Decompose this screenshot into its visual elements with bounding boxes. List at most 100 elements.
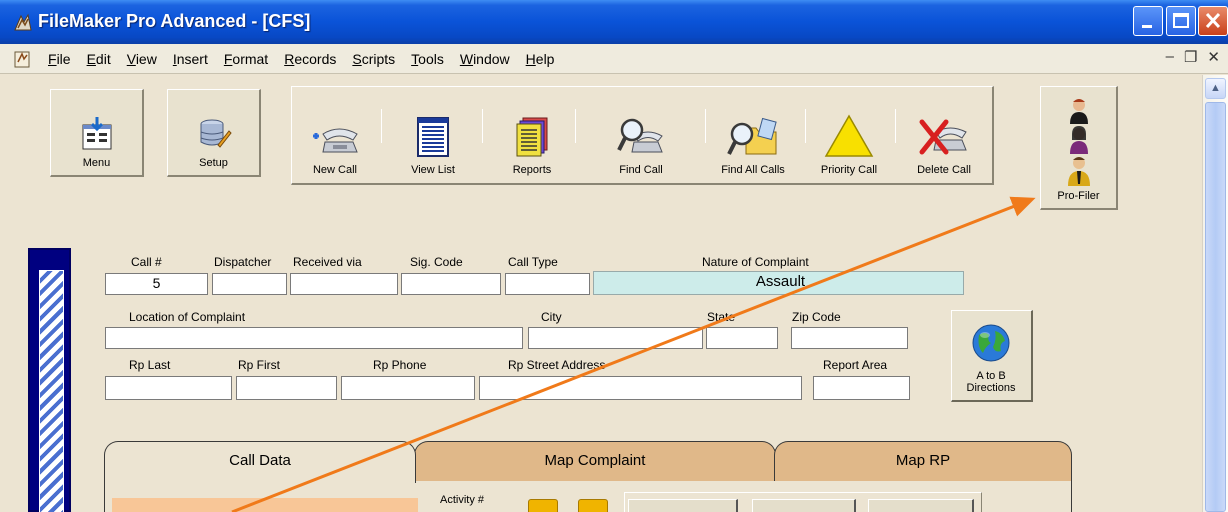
city-label: City (541, 310, 562, 324)
directions-line: Directions (966, 382, 1016, 394)
rp-street-address-label: Rp Street Address (508, 358, 606, 372)
filemaker-app-icon[interactable] (12, 12, 34, 34)
activity-action-button-2[interactable] (752, 499, 856, 512)
setup-button[interactable]: Setup (167, 89, 261, 177)
pro-filer-label: Pro-Filer (1057, 190, 1100, 202)
menu-edit[interactable]: Edit (87, 51, 111, 67)
rp-phone-label: Rp Phone (373, 358, 427, 372)
call-number-label: Call # (131, 255, 162, 269)
menu-view[interactable]: View (127, 51, 157, 67)
activity-number-label: Activity # (440, 494, 485, 506)
menu-scripts[interactable]: Scripts (352, 51, 395, 67)
menu-bar: File Edit View Insert Format Records Scr… (0, 44, 1228, 74)
new-call-phone-icon (313, 128, 358, 153)
rp-last-field[interactable] (105, 376, 232, 400)
zip-code-field[interactable] (791, 327, 908, 349)
document-icon[interactable] (14, 50, 32, 68)
document-window-controls: – ❐ ✕ (1166, 48, 1220, 66)
dispatcher-label: Dispatcher (214, 255, 272, 269)
scroll-thumb[interactable] (1205, 102, 1226, 512)
reports-label: Reports (512, 164, 552, 176)
new-call-button[interactable]: New Call (293, 88, 377, 182)
menu-tools[interactable]: Tools (411, 51, 444, 67)
dispatcher-field[interactable] (212, 273, 287, 295)
setup-database-icon (200, 119, 232, 148)
reports-button[interactable]: Reports (489, 88, 575, 182)
priority-warning-triangle-icon (824, 114, 874, 157)
report-area-field[interactable] (813, 376, 910, 400)
priority-call-label: Priority Call (820, 164, 878, 176)
zip-code-label: Zip Code (792, 310, 841, 324)
city-field[interactable] (528, 327, 703, 349)
close-icon (1205, 12, 1221, 29)
nature-of-complaint-field[interactable]: Assault (593, 271, 964, 295)
doc-close-icon[interactable]: ✕ (1207, 48, 1220, 66)
find-all-calls-label: Find All Calls (721, 164, 785, 176)
a-to-b-line: A to B (976, 370, 1006, 382)
tab-map-complaint[interactable]: Map Complaint (414, 441, 776, 481)
call-type-field[interactable] (505, 273, 590, 295)
rp-phone-field[interactable] (341, 376, 475, 400)
minimize-icon (1142, 25, 1152, 28)
pro-filer-button[interactable]: Pro-Filer (1040, 86, 1118, 210)
delete-call-button[interactable]: Delete Call (898, 88, 990, 182)
rp-street-address-field[interactable] (479, 376, 802, 400)
find-call-magnifier-icon (617, 118, 663, 153)
sig-code-label: Sig. Code (410, 255, 463, 269)
maximize-button[interactable] (1166, 6, 1196, 36)
find-call-button[interactable]: Find Call (582, 88, 700, 182)
maximize-icon (1173, 13, 1189, 28)
nature-of-complaint-label: Nature of Complaint (702, 255, 809, 269)
find-all-calls-button[interactable]: Find All Calls (706, 88, 800, 182)
close-button[interactable] (1198, 6, 1228, 36)
pro-filer-people-icon (1067, 99, 1090, 186)
rp-last-label: Rp Last (129, 358, 171, 372)
state-field[interactable] (706, 327, 778, 349)
activity-button-2[interactable] (578, 499, 608, 512)
activity-button-1[interactable] (528, 499, 558, 512)
delete-call-label: Delete Call (917, 164, 971, 176)
doc-minimize-icon[interactable]: – (1166, 48, 1174, 66)
report-area-label: Report Area (823, 358, 888, 372)
menu-window[interactable]: Window (460, 51, 510, 67)
call-type-label: Call Type (508, 255, 558, 269)
view-list-icon (417, 117, 449, 157)
doc-restore-icon[interactable]: ❐ (1184, 48, 1197, 66)
view-list-button[interactable]: View List (383, 88, 483, 182)
a-to-b-directions-button[interactable]: A to B Directions (951, 310, 1033, 402)
menu-button[interactable]: Menu (50, 89, 144, 177)
menu-records[interactable]: Records (284, 51, 336, 67)
location-of-complaint-label: Location of Complaint (129, 310, 246, 324)
menu-file[interactable]: File (48, 51, 71, 67)
tab-call-data[interactable]: Call Data (104, 441, 416, 483)
priority-call-button[interactable]: Priority Call (806, 88, 892, 182)
title-bar: FileMaker Pro Advanced - [CFS] (0, 0, 1228, 44)
sig-code-field[interactable] (401, 273, 501, 295)
tab-map-rp[interactable]: Map RP (774, 441, 1072, 481)
a-to-b-directions-caption: A to B Directions (952, 370, 1030, 394)
view-list-label: View List (411, 164, 455, 176)
vertical-scrollbar[interactable]: ▲ (1202, 75, 1228, 512)
left-side-bar (28, 248, 71, 512)
rp-first-field[interactable] (236, 376, 337, 400)
received-via-field[interactable] (290, 273, 398, 295)
menu-help[interactable]: Help (526, 51, 555, 67)
menu-items: File Edit View Insert Format Records Scr… (48, 51, 554, 67)
striped-panel (39, 270, 64, 512)
find-all-calls-folder-icon (727, 117, 777, 155)
scroll-up-icon[interactable]: ▲ (1205, 78, 1226, 99)
window-title: FileMaker Pro Advanced - [CFS] (38, 11, 311, 31)
reports-icon (516, 117, 548, 157)
menu-format[interactable]: Format (224, 51, 268, 67)
menu-insert[interactable]: Insert (173, 51, 208, 67)
call-data-status-box (112, 498, 418, 512)
activity-action-button-3[interactable] (868, 499, 974, 512)
call-number-field[interactable]: 5 (105, 273, 208, 295)
new-call-label: New Call (312, 164, 357, 176)
menu-layout-icon (82, 117, 111, 150)
activity-action-button-1[interactable] (628, 499, 738, 512)
toolbar-separator (575, 109, 576, 143)
location-of-complaint-field[interactable] (105, 327, 523, 349)
minimize-button[interactable] (1133, 6, 1163, 36)
rp-first-label: Rp First (238, 358, 280, 372)
